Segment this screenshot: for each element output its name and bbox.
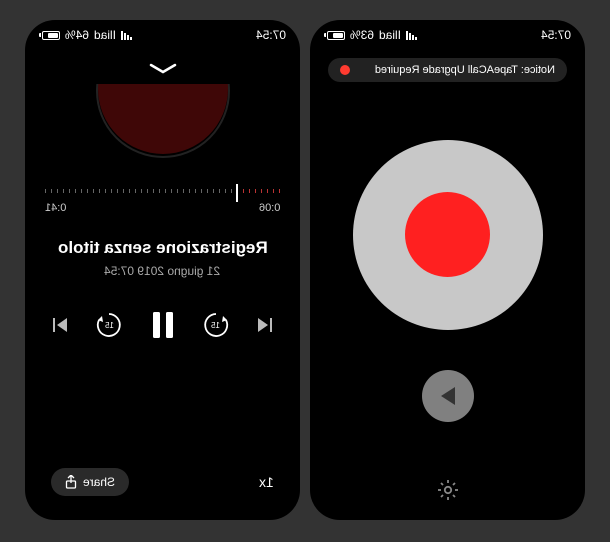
pause-button[interactable]: [150, 310, 176, 340]
collapse-button[interactable]: [45, 62, 280, 80]
speed-button[interactable]: 1x: [259, 474, 274, 490]
status-bar: Iliad 63% 07:54: [310, 20, 585, 46]
share-icon: [65, 475, 77, 489]
play-button[interactable]: [422, 370, 474, 422]
share-label: Share: [83, 475, 115, 489]
battery-icon: [324, 31, 345, 40]
status-bar: Iliad 64% 07:54: [25, 20, 300, 46]
battery-pct: 63%: [350, 28, 374, 42]
recording-date: 21 giugno 2019 07:54: [104, 264, 220, 278]
elapsed-time: 0:41: [45, 202, 66, 214]
upgrade-notice[interactable]: Notice: TapeACall Upgrade Required: [328, 58, 567, 82]
skip-forward-button[interactable]: [256, 316, 274, 334]
clock-label: 07:54: [256, 28, 286, 42]
scrubber[interactable]: 0:41 0:06: [45, 188, 280, 214]
clock-label: 07:54: [541, 28, 571, 42]
notice-text: Notice: TapeACall Upgrade Required: [358, 64, 555, 76]
recording-title: Registrazione senza titolo: [58, 238, 268, 258]
play-icon: [438, 385, 458, 407]
recorder-screen: Iliad 63% 07:54 Notice: TapeACall Upgrad…: [310, 20, 585, 520]
record-button[interactable]: [353, 140, 543, 330]
forward-15-button[interactable]: 15: [201, 310, 231, 340]
share-button[interactable]: Share: [51, 468, 129, 496]
battery-icon: [39, 31, 60, 40]
signal-icon: [121, 31, 132, 40]
record-dot-icon: [340, 65, 350, 75]
rewind-15-button[interactable]: 15: [94, 310, 124, 340]
artwork: [45, 84, 280, 174]
carrier-label: Iliad: [379, 28, 401, 42]
player-screen: Iliad 64% 07:54 0:41 0:06: [25, 20, 300, 520]
remaining-time: 0:06: [259, 202, 280, 214]
signal-icon: [406, 31, 417, 40]
record-icon: [405, 192, 490, 277]
skip-back-button[interactable]: [51, 316, 69, 334]
battery-pct: 64%: [65, 28, 89, 42]
settings-button[interactable]: [437, 479, 459, 506]
playhead[interactable]: [236, 184, 238, 202]
carrier-label: Iliad: [94, 28, 116, 42]
gear-icon: [437, 479, 459, 501]
